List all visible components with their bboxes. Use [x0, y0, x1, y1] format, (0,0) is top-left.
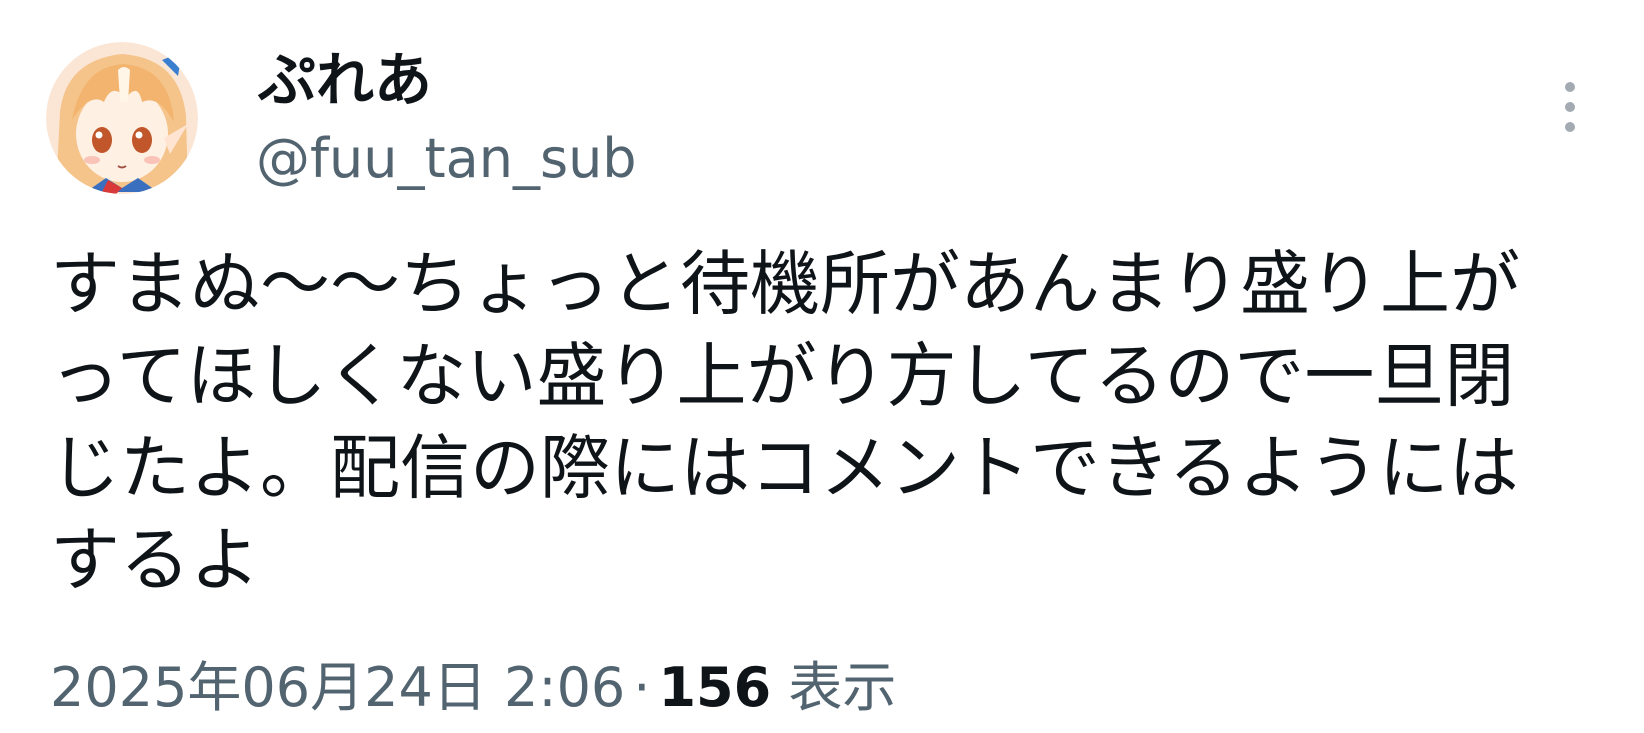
tweet-text: すまぬ〜〜ちょっと待機所があんまり盛り上がってほしくない盛り上がり方してるので一…	[50, 243, 1520, 601]
tweet-meta: 2025年06月24日 2:06 · 156 表示	[50, 652, 896, 724]
more-vertical-icon	[1565, 82, 1575, 92]
author-display-name[interactable]: ぷれあ	[258, 44, 432, 116]
views-label: 表示	[788, 656, 897, 719]
author-handle[interactable]: @fuu_tan_sub	[256, 126, 637, 192]
tweet-card: ぷれあ @fuu_tan_sub すまぬ〜〜ちょっと待機所があんまり盛り上がって…	[0, 0, 1644, 733]
views-count: 156	[658, 656, 772, 719]
more-options-button[interactable]	[1548, 78, 1592, 138]
meta-separator: ·	[633, 656, 651, 719]
avatar[interactable]	[46, 42, 198, 194]
timestamp[interactable]: 2025年06月24日 2:06	[50, 656, 625, 719]
anime-character-avatar-icon	[46, 42, 198, 194]
